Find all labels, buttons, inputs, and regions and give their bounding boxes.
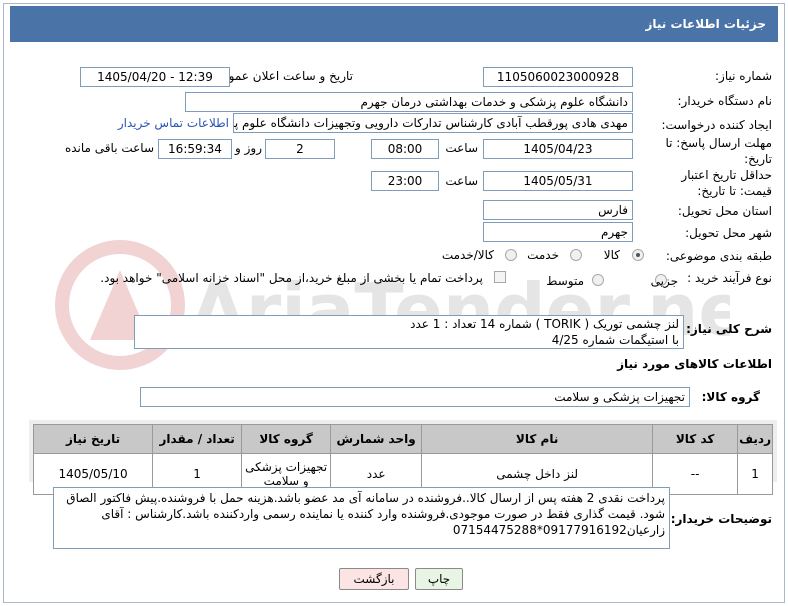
price-validity-text: حداقل تاریخ اعتبار قیمت: تا تاریخ: — [681, 168, 772, 198]
process-medium-radio[interactable] — [592, 274, 604, 286]
category-goods-label: کالا — [603, 248, 620, 262]
col-group: گروه کالا — [241, 424, 332, 454]
col-unit: واحد شمارش — [330, 424, 423, 454]
category-service-radio[interactable] — [570, 249, 582, 261]
goods-group-field[interactable]: تجهیزات پزشکی و سلامت — [140, 387, 690, 407]
need-number-label: شماره نیاز: — [715, 69, 772, 83]
buyer-notes-label: توضیحات خریدار: — [670, 512, 772, 526]
goods-section-title: اطلاعات کالاهای مورد نیاز — [617, 357, 772, 371]
buyer-org-field[interactable]: دانشگاه علوم پزشکی و خدمات بهداشتی درمان… — [185, 92, 633, 112]
category-goods-radio[interactable] — [632, 249, 644, 261]
cell-row: 1 — [737, 453, 773, 495]
reply-time-field[interactable]: 08:00 — [371, 139, 439, 159]
days-label: روز و — [235, 141, 262, 155]
treasury-checkbox[interactable] — [494, 271, 506, 283]
items-table: ردیف کد کالا نام کالا واحد شمارش گروه کا… — [32, 424, 773, 495]
city-field[interactable]: جهرم — [483, 222, 633, 242]
print-button[interactable]: چاپ — [415, 568, 463, 590]
buyer-notes-line-1: پرداخت نقدی 2 هفته پس از ارسال کالا..فرو… — [66, 491, 665, 505]
description-textarea[interactable]: لنز چشمی توریک ( TORIK ) شماره 14 تعداد … — [134, 315, 684, 349]
buyer-org-label: نام دستگاه خریدار: — [677, 94, 773, 108]
process-label: نوع فرآیند خرید : — [687, 271, 772, 285]
category-label: طبقه بندی موضوعی: — [665, 249, 772, 263]
items-table-header-row: ردیف کد کالا نام کالا واحد شمارش گروه کا… — [32, 424, 773, 454]
category-goods-service-radio[interactable] — [505, 249, 517, 261]
province-label: استان محل تحویل: — [677, 204, 772, 218]
price-date-field[interactable]: 1405/05/31 — [483, 171, 633, 191]
contact-buyer-link[interactable]: اطلاعات تماس خریدار — [118, 116, 229, 130]
remaining-time-field[interactable]: 16:59:34 — [158, 139, 232, 159]
category-goods-service-label: کالا/خدمت — [441, 248, 494, 262]
days-field[interactable]: 2 — [265, 139, 335, 159]
process-partial-label: جزیی — [650, 274, 678, 288]
reply-time-label: ساعت — [445, 141, 478, 155]
buyer-notes-line-2: شود. قیمت گذاری فقط در صورت موجودی.فروشن… — [101, 507, 665, 521]
process-medium-label: متوسط — [546, 274, 584, 288]
reply-deadline-text: مهلت ارسال پاسخ: تا تاریخ: — [665, 136, 772, 166]
reply-deadline-label: مهلت ارسال پاسخ: تا تاریخ: — [652, 135, 772, 167]
requester-field[interactable]: مهدی هادی پورقطب آبادی کارشناس تدارکات د… — [233, 113, 633, 133]
col-code: کد کالا — [652, 424, 739, 454]
buyer-notes-textarea[interactable]: پرداخت نقدی 2 هفته پس از ارسال کالا..فرو… — [53, 487, 670, 549]
page-title: جزئیات اطلاعات نیاز — [645, 17, 766, 31]
col-qty: تعداد / مقدار — [152, 424, 243, 454]
description-line-1: لنز چشمی توریک ( TORIK ) شماره 14 تعداد … — [410, 317, 679, 331]
requester-label: ایجاد کننده درخواست: — [661, 118, 772, 132]
payment-note: پرداخت تمام یا بخشی از مبلغ خرید،از محل … — [100, 271, 483, 285]
city-label: شهر محل تحویل: — [685, 226, 772, 240]
remaining-label: ساعت باقی مانده — [64, 141, 154, 155]
announce-field[interactable]: 1405/04/20 - 12:39 — [80, 67, 230, 87]
price-time-label: ساعت — [445, 174, 478, 188]
page-header: جزئیات اطلاعات نیاز — [10, 6, 778, 42]
back-button[interactable]: بازگشت — [339, 568, 409, 590]
province-field[interactable]: فارس — [483, 200, 633, 220]
col-name: نام کالا — [421, 424, 654, 454]
need-number-field[interactable]: 1105060023000928 — [483, 67, 633, 87]
buyer-notes-line-3: زارعیان09177916192*07154475288 — [452, 523, 665, 537]
price-validity-label: حداقل تاریخ اعتبار قیمت: تا تاریخ: — [652, 167, 772, 199]
goods-group-label: گروه کالا: — [701, 390, 760, 404]
col-row: ردیف — [737, 424, 773, 454]
description-label: شرح کلی نیاز: — [686, 322, 772, 336]
category-service-label: خدمت — [527, 248, 559, 262]
reply-date-field[interactable]: 1405/04/23 — [483, 139, 633, 159]
description-line-2: با استیگمات شماره 4/25 — [551, 333, 679, 347]
col-date: تاریخ نیاز — [32, 424, 154, 454]
price-time-field[interactable]: 23:00 — [371, 171, 439, 191]
